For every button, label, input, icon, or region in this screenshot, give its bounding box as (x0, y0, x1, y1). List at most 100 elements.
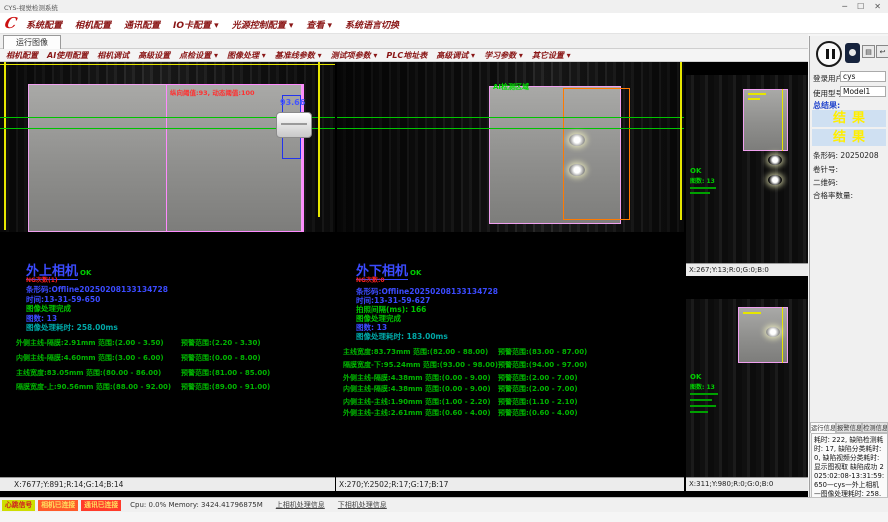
close-icon[interactable]: ✕ (874, 2, 881, 11)
bright-spot (569, 134, 585, 146)
warning-range-text: 预警范围:(1.10 - 2.10) (498, 397, 578, 407)
menu-item-camera-config[interactable]: 相机配置 (75, 18, 111, 31)
toolbar: 相机配置 AI使用配置 相机调试 高级设置 点检设置 ▾ 图像处理 ▾ 基准线参… (0, 49, 808, 62)
guide-line-yellow (782, 307, 783, 363)
toolbar-test-params[interactable]: 测试项参数 ▾ (331, 50, 378, 61)
warning-range-text: 预警范围:(0.00 - 8.00) (181, 353, 261, 363)
tab-run-info[interactable]: 运行信息 (810, 422, 836, 433)
result-box-1: 结果 (812, 110, 886, 127)
ai-roi-rect-orange (563, 88, 630, 220)
measurement-text: 外侧主线-隔膜:4.38mm 范围:(0.00 - 9.00) (343, 373, 491, 383)
heartbeat-badge: 心跳信号 (2, 500, 35, 511)
guide-line-yellow (318, 62, 320, 217)
measurement-text: 内侧主线-主线:1.90mm 范围:(1.00 - 2.20) (343, 397, 491, 407)
ng-count-label: NG次数:0 (356, 275, 385, 284)
thumb-count-label: 图数: 13 (690, 382, 715, 391)
camera-view-upper[interactable]: 纵向阈值:93, 动态阈值:100 93.66 外上相机OK NG次数(1) 条… (0, 62, 335, 477)
menu-item-io-config[interactable]: IO卡配置 ▾ (173, 18, 219, 31)
bright-spot (766, 327, 780, 337)
camera-icon (849, 49, 856, 56)
toolbar-advanced-settings[interactable]: 高级设置 (138, 50, 170, 61)
annotation-yellow (743, 312, 761, 314)
menu-item-system-config[interactable]: 系统配置 (26, 18, 62, 31)
upper-camera-info-link[interactable]: 上相机处理信息 (276, 500, 325, 510)
connector-part (276, 112, 312, 138)
thumbnail-view-1[interactable]: OK 图数: 13 (686, 75, 808, 263)
thumb-ok-label: OK (690, 373, 701, 381)
toolbar-advanced-debug[interactable]: 高级调试 ▾ (436, 50, 475, 61)
annotation-yellow (748, 98, 760, 100)
elapsed-line: 图像处理耗时: 258.00ms (26, 322, 118, 333)
minimize-icon[interactable]: ─ (842, 2, 847, 11)
lower-camera-info-link[interactable]: 下相机处理信息 (338, 500, 387, 510)
model-field[interactable]: Model1 (840, 86, 886, 97)
measurement-text: 外侧主线-主线:2.61mm 范围:(0.60 - 4.00) (343, 408, 491, 418)
annotation-yellow (748, 93, 766, 95)
barcode-row: 条形码: 20250208 (813, 150, 879, 161)
menu-items: 系统配置 相机配置 通讯配置 IO卡配置 ▾ 光源控制配置 ▾ 查看 ▾ 系统语… (26, 18, 399, 31)
toolbar-other-settings[interactable]: 其它设置 ▾ (532, 50, 571, 61)
menu-item-language[interactable]: 系统语言切换 (345, 18, 399, 31)
menu-item-comm-config[interactable]: 通讯配置 (124, 18, 160, 31)
cpu-memory-readout: Cpu: 0.0% Memory: 3424.41796875M (130, 501, 263, 509)
warning-range-text: 预警范围:(94.00 - 97.00) (498, 360, 587, 370)
pause-icon (832, 49, 835, 59)
toolbar-ai-config[interactable]: AI使用配置 (47, 50, 88, 61)
maximize-icon[interactable]: ☐ (857, 2, 864, 11)
toolbar-baseline-params[interactable]: 基准线参数 ▾ (275, 50, 322, 61)
pause-button[interactable] (816, 41, 842, 67)
guide-line-yellow (680, 62, 682, 220)
barcode-label: 条形码: (813, 151, 838, 160)
warning-range-text: 预警范围:(89.00 - 91.00) (181, 382, 270, 392)
camera-capture-button[interactable] (845, 43, 860, 63)
bright-spot (569, 164, 585, 176)
menu-item-view[interactable]: 查看 ▾ (306, 18, 332, 31)
toolbar-camera-config[interactable]: 相机配置 (6, 50, 38, 61)
right-panel: ▤ ↩ 登录用户: cys 使用型号: Model1 总结果: 结果 结果 条形… (809, 36, 888, 512)
comm-connected-badge: 通讯已连接 (81, 500, 121, 511)
thumbnail-view-2[interactable]: OK 图数: 13 (686, 299, 808, 477)
menu-item-light-config[interactable]: 光源控制配置 ▾ (232, 18, 294, 31)
coord-readout-thumb2: X:311;Y:980;R:0;G:0;B:0 (686, 477, 808, 491)
menu-bar: C 系统配置 相机配置 通讯配置 IO卡配置 ▾ 光源控制配置 ▾ 查看 ▾ 系… (0, 13, 888, 34)
warning-range-text: 预警范围:(2.00 - 7.00) (498, 373, 578, 383)
camera-view-lower[interactable]: AI检测区域 外下相机OK NG次数:0 条形码:Offline20250208… (337, 62, 684, 477)
toolbar-plc-table[interactable]: PLC地址表 (386, 50, 427, 61)
baseline-green (337, 128, 684, 129)
guide-line-yellow (0, 64, 335, 65)
measurement-text: 隔膜宽度-下:95.24mm 范围:(93.00 - 98.00) (343, 360, 498, 370)
toolbar-camera-debug[interactable]: 相机调试 (97, 50, 129, 61)
warning-range-text: 预警范围:(2.20 - 3.30) (181, 338, 261, 348)
tab-run-image[interactable]: 运行图像 (3, 35, 61, 49)
needle-label: 卷针号: (813, 164, 838, 175)
measurement-text: 外侧主线-隔膜:2.91mm 范围:(2.00 - 3.50) (16, 338, 164, 348)
measurement-text: 主线宽度:83.05mm 范围:(80.00 - 86.00) (16, 368, 161, 378)
thumb-ok-label: OK (690, 167, 701, 175)
measurement-text: 内侧主线-隔膜:4.38mm 范围:(0.00 - 9.00) (343, 384, 491, 394)
guide-line-yellow (782, 89, 783, 151)
title-bar: CYS-视觉检测系统 ─ ☐ ✕ (0, 0, 888, 13)
thumb-text-line (690, 187, 716, 189)
bright-spot (768, 175, 782, 185)
ai-region-label: AI检测区域 (493, 82, 529, 92)
login-user-field[interactable]: cys (840, 71, 886, 82)
status-bar: 心跳信号 相机已连接 通讯已连接 Cpu: 0.0% Memory: 3424.… (0, 497, 888, 512)
thumb-text-line (690, 192, 710, 194)
info-tabs: 运行信息 报警信息 检测信息 (810, 422, 888, 433)
tab-detect-info[interactable]: 检测信息 (862, 422, 888, 433)
run-log-text[interactable]: 耗时: 222, 缺陷检测耗时: 17, 缺陷分类耗时: 0, 缺陷视频分类耗时… (811, 433, 888, 499)
snapshot-button[interactable]: ▤ (862, 45, 875, 58)
reset-button[interactable]: ↩ (876, 45, 888, 58)
toolbar-image-processing[interactable]: 图像处理 ▾ (227, 50, 266, 61)
warning-range-text: 预警范围:(83.00 - 87.00) (498, 347, 587, 357)
measurement-text: 隔膜宽度-上:90.56mm 范围:(88.00 - 92.00) (16, 382, 171, 392)
baseline-green (337, 117, 684, 118)
warning-range-text: 预警范围:(2.00 - 7.00) (498, 384, 578, 394)
camera-result-ok: OK (410, 269, 421, 277)
toolbar-spot-check[interactable]: 点检设置 ▾ (179, 50, 218, 61)
toolbar-learning-params[interactable]: 学习参数 ▾ (484, 50, 523, 61)
product-region (738, 307, 788, 363)
app-logo-icon: C (3, 14, 19, 32)
elapsed-line: 图像处理耗时: 183.00ms (356, 331, 448, 342)
tab-alarm-info[interactable]: 报警信息 (836, 422, 862, 433)
